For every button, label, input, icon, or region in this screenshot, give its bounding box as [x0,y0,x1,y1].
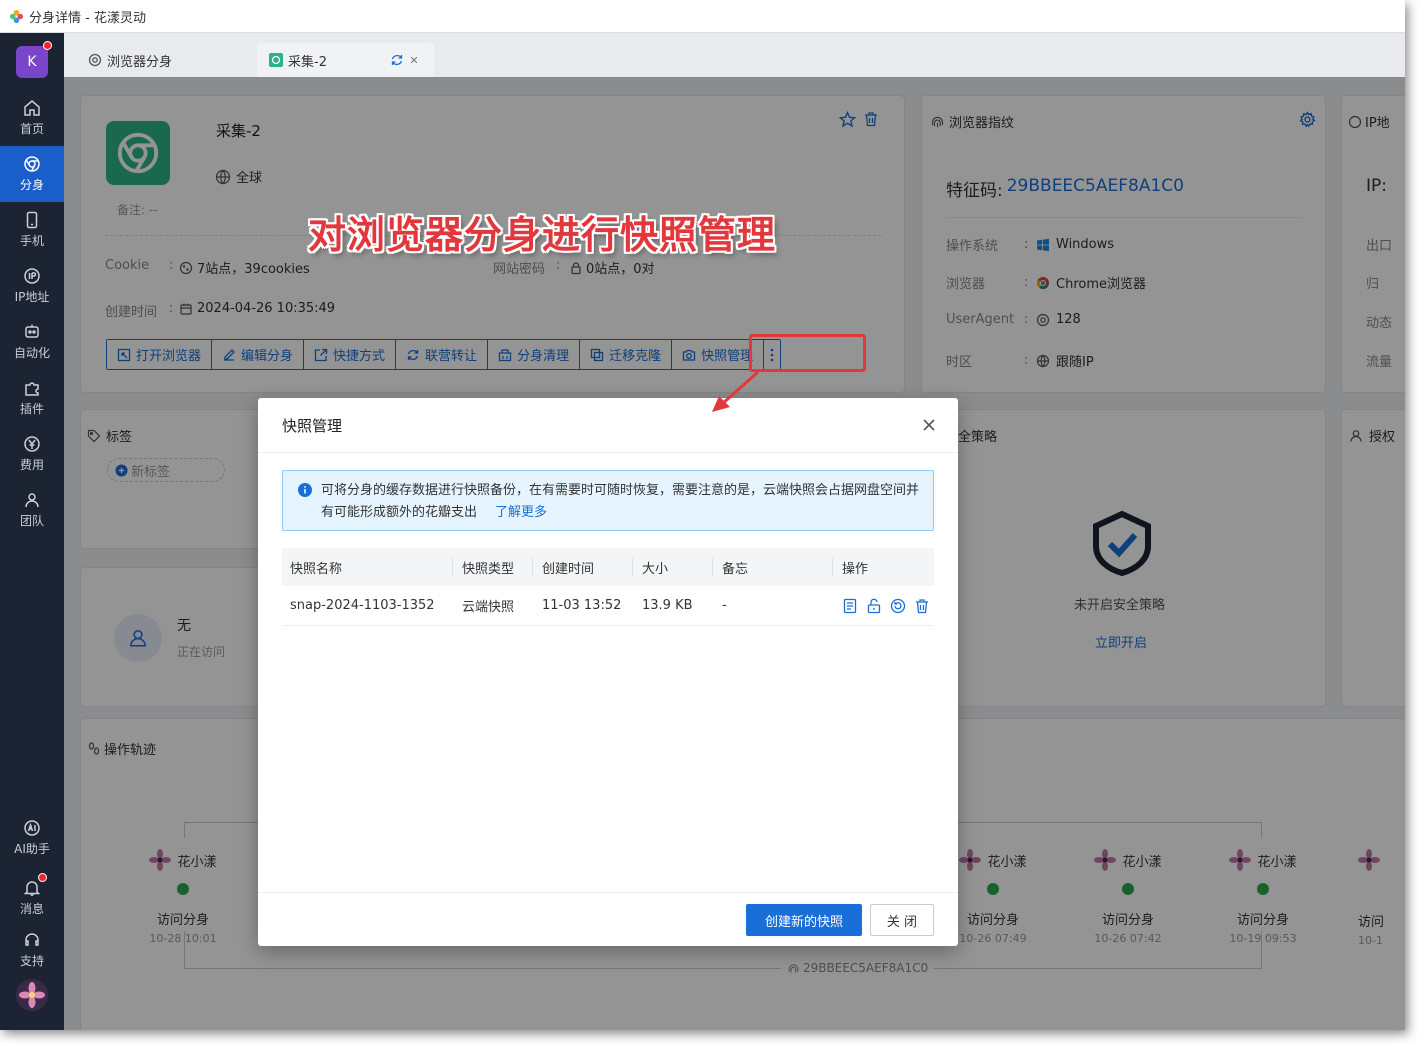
message-dot [38,873,47,882]
modal-header: 快照管理 [258,398,958,453]
app-logo-icon [9,9,24,23]
title-bar: 分身详情 - 花漾灵动 [0,0,1405,33]
tab-label: 采集-2 [288,54,327,70]
snapshot-table: 快照名称 快照类型 创建时间 大小 备忘 操作 snap-2024-1103-1… [282,548,934,626]
restore-icon[interactable] [890,598,906,614]
sidebar-item-label: 手机 [19,234,44,248]
ip-icon [24,268,40,284]
sidebar-item-phone[interactable]: 手机 [0,202,64,258]
unlock-icon[interactable] [866,598,882,614]
tab-profile-detail[interactable]: 采集-2 [257,43,434,77]
detail-icon[interactable] [842,598,858,614]
ai-icon [24,820,40,836]
team-avatar[interactable]: K [16,46,48,78]
column-header: 操作 [842,561,869,577]
headset-icon [25,933,39,946]
modal-footer: 创建新的快照 关 闭 [258,892,958,946]
app-window: 分身详情 - 花漾灵动 K 首页 分身 手机 IP地址 自动化 插件 费用 团队… [0,0,1405,1030]
sidebar-item-label: 费用 [19,458,44,472]
tab-label: 浏览器分身 [107,54,173,70]
yen-icon [24,436,40,452]
close-button[interactable]: 关 闭 [870,904,934,936]
home-icon [24,100,40,116]
sidebar-item-ai[interactable]: AI助手 [0,810,64,866]
snapshot-name: snap-2024-1103-1352 [290,598,435,613]
sidebar-item-support[interactable]: 支持 [0,922,64,978]
team-icon [25,493,39,508]
sidebar-item-automation[interactable]: 自动化 [0,314,64,370]
create-snapshot-button[interactable]: 创建新的快照 [746,904,862,936]
sidebar-item-label: 团队 [19,514,44,528]
snapshot-modal: 快照管理 可将分身的缓存数据进行快照备份，在有需要时可随时恢复，需要注意的是，云… [258,398,958,946]
column-header: 创建时间 [542,561,595,577]
notice-text: 可将分身的缓存数据进行快照备份，在有需要时可随时恢复，需要注意的是，云端快照会占… [321,483,920,520]
sidebar-item-label: 支持 [19,954,44,968]
sidebar-item-label: 自动化 [13,346,50,360]
tab-bar: 浏览器分身 采集-2 [64,33,1405,77]
snapshot-size: 13.9 KB [642,598,693,613]
column-header: 备忘 [722,561,749,577]
refresh-icon[interactable] [390,53,404,67]
info-icon [298,483,312,497]
sidebar-item-label: 消息 [19,902,44,916]
sidebar-item-label: 插件 [19,402,44,416]
column-header: 大小 [642,561,669,577]
sidebar-item-profiles[interactable]: 分身 [0,146,64,202]
sidebar-item-ip[interactable]: IP地址 [0,258,64,314]
window-title: 分身详情 - 花漾灵动 [29,10,146,26]
snapshot-type: 云端快照 [462,600,515,615]
column-header: 快照名称 [290,561,343,577]
sidebar-item-label: IP地址 [14,290,50,304]
team-avatar-letter: K [27,54,37,70]
sidebar-item-team[interactable]: 团队 [0,482,64,538]
bell-icon [23,881,41,896]
sidebar-item-plugins[interactable]: 插件 [0,370,64,426]
close-icon[interactable] [409,53,419,67]
modal-title: 快照管理 [282,416,343,435]
chrome-icon [24,156,40,172]
sidebar-item-home[interactable]: 首页 [0,90,64,146]
phone-icon [26,211,38,229]
sidebar-item-label: 首页 [19,122,44,136]
left-sidebar: K 首页 分身 手机 IP地址 自动化 插件 费用 团队 AI助手 消息 支持 [0,33,64,1030]
sidebar-item-label: 分身 [19,178,44,192]
column-header: 快照类型 [462,561,515,577]
sidebar-item-billing[interactable]: 费用 [0,426,64,482]
trash-icon[interactable] [914,598,930,614]
annotation-text: 对浏览器分身进行快照管理 [308,213,777,257]
table-row[interactable]: snap-2024-1103-1352 云端快照 11-03 13:52 13.… [282,586,934,626]
chrome-icon [88,53,102,67]
table-header: 快照名称 快照类型 创建时间 大小 备忘 操作 [282,548,934,586]
close-icon[interactable] [920,416,938,434]
robot-icon [25,324,39,338]
annotation-arrow [712,370,759,412]
puzzle-icon [25,382,39,396]
user-avatar[interactable] [16,979,48,1011]
chrome-icon [269,53,283,67]
snapshot-created: 11-03 13:52 [542,598,622,613]
learn-more-link[interactable]: 了解更多 [495,505,547,520]
info-notice: 可将分身的缓存数据进行快照备份，在有需要时可随时恢复，需要注意的是，云端快照会占… [282,470,934,531]
sidebar-item-label: AI助手 [14,842,50,856]
snapshot-memo: - [722,598,727,613]
tab-browser-profiles[interactable]: 浏览器分身 [76,43,184,77]
sidebar-item-messages[interactable]: 消息 [0,870,64,926]
notification-dot [43,41,52,50]
row-actions [842,586,930,625]
